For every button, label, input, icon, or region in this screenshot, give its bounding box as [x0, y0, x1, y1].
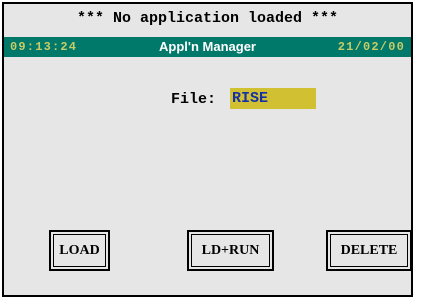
delete-button-label: DELETE [340, 242, 398, 258]
load-button[interactable]: LOAD [49, 230, 110, 271]
status-title: *** No application loaded *** [76, 10, 339, 27]
delete-button[interactable]: DELETE [326, 230, 412, 271]
load-and-run-button-label: LD+RUN [201, 242, 260, 258]
load-button-label: LOAD [59, 242, 100, 258]
load-and-run-button[interactable]: LD+RUN [187, 230, 274, 271]
header-date: 21/02/00 [337, 40, 405, 54]
header-bar: 09:13:24 Appl'n Manager 21/02/00 [4, 37, 411, 57]
file-label: File: [171, 91, 217, 108]
file-name-field[interactable]: RISE [230, 88, 316, 109]
application-manager-screen: *** No application loaded *** 09:13:24 A… [2, 2, 413, 297]
